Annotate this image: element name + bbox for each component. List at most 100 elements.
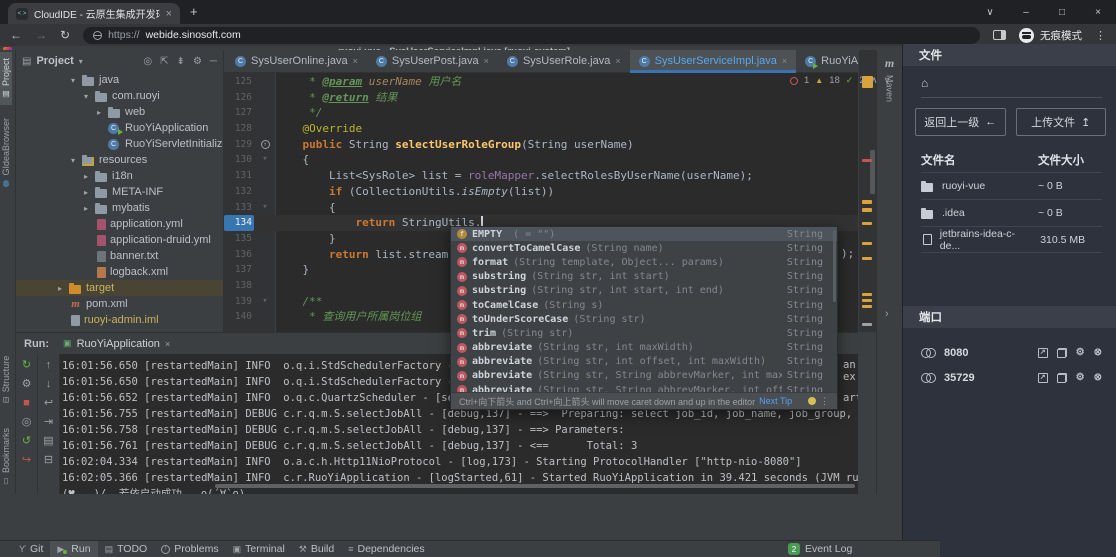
project-panel-title[interactable]: Project	[36, 55, 73, 67]
open-external-icon[interactable]: ↗	[1038, 373, 1048, 383]
expand-all-icon[interactable]: ⇟	[177, 56, 185, 67]
tree-item-i18n[interactable]: ▸i18n	[16, 168, 223, 184]
tree-item-meta-inf[interactable]: ▸META-INF	[16, 184, 223, 200]
statusbar-run[interactable]: ▶Run	[50, 541, 97, 557]
completion-item[interactable]: fEMPTY ( = "")String	[451, 227, 837, 241]
tree-arrow-icon[interactable]: ▸	[81, 204, 91, 213]
print-icon[interactable]: ▤	[43, 436, 53, 447]
tool-stripe-gideabrowser[interactable]: ◍GIdeaBrowser	[0, 112, 12, 195]
rerun-icon[interactable]: ↻	[22, 360, 31, 371]
clear-all-icon[interactable]: ⊟	[44, 455, 53, 466]
close-icon[interactable]: ×	[1080, 7, 1116, 18]
open-external-icon[interactable]: ↗	[1038, 348, 1048, 358]
event-log-button[interactable]: 2 Event Log	[788, 543, 852, 555]
hide-panel-icon[interactable]: ─	[210, 56, 217, 67]
port-settings-icon[interactable]: ⚙	[1076, 373, 1085, 383]
chevron-down-icon[interactable]: ∨	[972, 7, 1008, 18]
tab-close-icon[interactable]: ×	[166, 8, 172, 20]
home-icon[interactable]: ⌂	[921, 76, 928, 90]
browser-menu-icon[interactable]: ⋮	[1095, 29, 1106, 42]
tree-item-banner-txt[interactable]: banner.txt	[16, 248, 223, 264]
browser-tab[interactable]: < > CloudIDE - 云原生集成开发环境 ×	[8, 3, 180, 24]
locate-icon[interactable]: ◎	[143, 56, 152, 67]
port-settings-icon[interactable]: ⚙	[1076, 348, 1085, 358]
forward-icon[interactable]: →	[35, 29, 47, 41]
collapse-all-icon[interactable]: ⇱	[160, 56, 168, 67]
completion-item[interactable]: mabbreviate(String str, int offset, int …	[451, 355, 837, 369]
tab-close-icon[interactable]: ×	[353, 56, 358, 66]
code-line[interactable]: 126 * @return 结果	[224, 90, 858, 106]
copy-icon[interactable]	[1057, 348, 1067, 358]
completion-item[interactable]: msubstring(String str, int start, int en…	[451, 284, 837, 298]
prev-problem-icon[interactable]: ∧	[871, 75, 878, 86]
tool-stripe-bookmarks[interactable]: ▯Bookmarks	[0, 422, 12, 492]
tool-stripe-structure[interactable]: ⊟Structure	[0, 350, 12, 409]
code-line[interactable]: 129↑ public String selectUserRoleGroup(S…	[224, 137, 858, 153]
tree-item-application-yml[interactable]: application.yml	[16, 216, 223, 232]
completion-item[interactable]: mtrim(String str)String	[451, 326, 837, 340]
tree-item-ruoyi-admin-iml[interactable]: ruoyi-admin.iml	[16, 312, 223, 328]
tree-arrow-icon[interactable]: ▸	[81, 172, 91, 181]
file-row[interactable]: ruoyi-vue~ 0 B	[921, 172, 1102, 199]
maximize-icon[interactable]: □	[1044, 7, 1080, 18]
editor-tab-sysuserpost-java[interactable]: CSysUserPost.java×	[367, 50, 498, 72]
tree-arrow-icon[interactable]: ▾	[68, 156, 78, 165]
expand-panel-icon[interactable]: ›	[885, 308, 889, 320]
inspections-widget[interactable]: 1 ▲ 18 ✓ 2 ∧ ∨	[790, 75, 891, 86]
popup-scrollbar[interactable]	[833, 230, 836, 302]
project-dropdown-icon[interactable]: ▾	[79, 57, 83, 66]
scroll-down-icon[interactable]: ↓	[46, 379, 52, 390]
back-parent-button[interactable]: 返回上一级 ←	[915, 108, 1006, 136]
completion-item[interactable]: msubstring(String str, int start)String	[451, 270, 837, 284]
completion-item[interactable]: mabbreviate(String str, String abbrevMar…	[451, 369, 837, 383]
tree-item-logback-xml[interactable]: logback.xml	[16, 264, 223, 280]
restart-icon[interactable]: ↺	[22, 436, 31, 447]
settings-icon[interactable]: ⚙	[193, 56, 202, 67]
fold-icon[interactable]: ▾	[254, 200, 276, 216]
code-line[interactable]: 132 if (CollectionUtils.isEmpty(list))	[224, 184, 858, 200]
completion-item[interactable]: mtoCamelCase(String s)String	[451, 298, 837, 312]
close-port-icon[interactable]: ⊗	[1094, 373, 1102, 383]
code-line[interactable]: 128 @Override	[224, 121, 858, 137]
tool-stripe-project[interactable]: ▤Project	[0, 52, 12, 105]
tip-menu-icon[interactable]: ⋮	[820, 396, 829, 407]
tree-item-web[interactable]: ▸web	[16, 104, 223, 120]
tree-arrow-icon[interactable]: ▾	[81, 92, 91, 101]
file-row[interactable]: .idea~ 0 B	[921, 199, 1102, 226]
back-icon[interactable]: ←	[10, 29, 22, 41]
tab-close-icon[interactable]: ×	[484, 56, 489, 66]
console-horizontal-scrollbar[interactable]	[215, 484, 855, 488]
address-bar[interactable]: https:// webide.sinosoft.com	[83, 27, 980, 44]
tree-item-com-ruoyi[interactable]: ▾com.ruoyi	[16, 88, 223, 104]
stop-icon[interactable]: ■	[23, 398, 30, 409]
fold-icon[interactable]: ▾	[254, 152, 276, 168]
statusbar-build[interactable]: ⚒Build	[292, 541, 341, 557]
editor-tab-sysuserrole-java[interactable]: CSysUserRole.java×	[498, 50, 630, 72]
soft-wrap-icon[interactable]: ↩	[44, 398, 53, 409]
tree-item-ruoyiservletinitialize[interactable]: CRuoYiServletInitialize	[16, 136, 223, 152]
tree-item-target[interactable]: ▸target	[16, 280, 223, 296]
tree-item-ruoyiapplication[interactable]: CRuoYiApplication	[16, 120, 223, 136]
scroll-up-icon[interactable]: ↑	[46, 360, 52, 371]
tree-arrow-icon[interactable]: ▸	[81, 188, 91, 197]
run-tab[interactable]: ▣ RuoYiApplication ×	[63, 338, 170, 350]
statusbar-problems[interactable]: !Problems	[154, 541, 225, 557]
statusbar-todo[interactable]: ▤TODO	[98, 541, 155, 557]
file-row[interactable]: jetbrains-idea-c-de...310.5 MB	[921, 226, 1102, 253]
code-line[interactable]: 133▾ {	[224, 200, 858, 216]
fold-icon[interactable]: ▾	[254, 294, 276, 310]
code-line[interactable]: 125 * @param userName 用户名	[224, 74, 858, 90]
tree-arrow-icon[interactable]: ▸	[94, 108, 104, 117]
tree-item-java[interactable]: ▾java	[16, 72, 223, 88]
statusbar-git[interactable]: ϒGit	[12, 541, 50, 557]
upload-file-button[interactable]: 上传文件 ↥	[1016, 108, 1107, 136]
code-line[interactable]: 127 */	[224, 105, 858, 121]
code-line[interactable]: 130▾ {	[224, 152, 858, 168]
tree-arrow-icon[interactable]: ▾	[68, 76, 78, 85]
statusbar-terminal[interactable]: ▣Terminal	[226, 541, 292, 557]
site-info-icon[interactable]	[93, 31, 102, 40]
scroll-to-end-icon[interactable]: ⇥	[44, 417, 53, 428]
copy-icon[interactable]	[1057, 373, 1067, 383]
completion-item[interactable]: mformat(String template, Object... param…	[451, 255, 837, 269]
tree-item-application-druid-yml[interactable]: application-druid.yml	[16, 232, 223, 248]
